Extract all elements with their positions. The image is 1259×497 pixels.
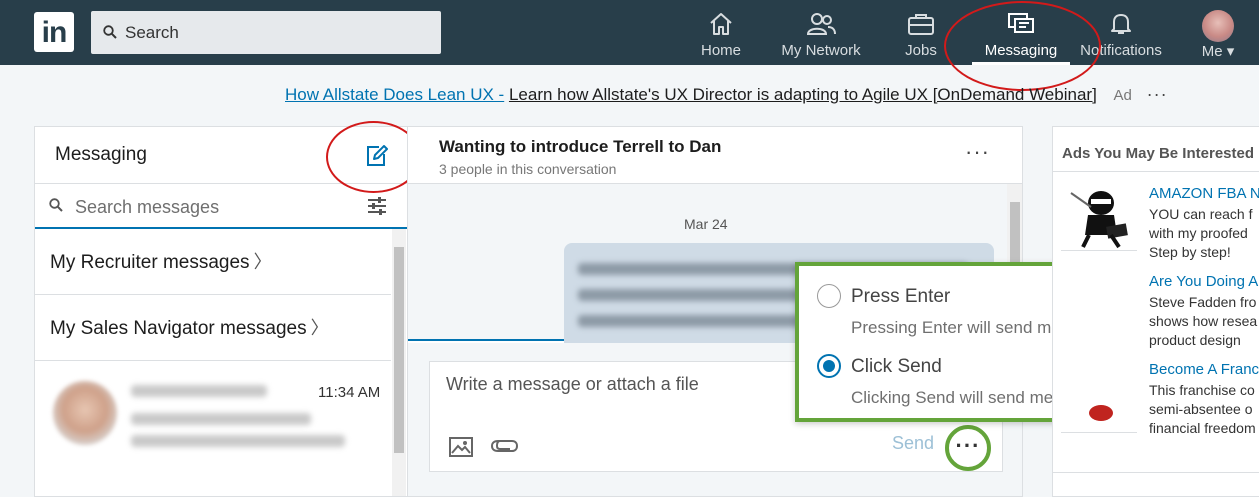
- nav-jobs-label: Jobs: [905, 42, 937, 59]
- sales-navigator-messages-link[interactable]: My Sales Navigator messages 〉: [35, 295, 391, 361]
- compose-icon[interactable]: [365, 144, 389, 168]
- option-title: Press Enter: [851, 286, 951, 307]
- red-shape-icon: [1089, 405, 1113, 421]
- ad-title[interactable]: Become A Franc: [1149, 361, 1259, 378]
- conversation-title: Wanting to introduce Terrell to Dan: [439, 137, 722, 156]
- conversation-time: 11:34 AM: [318, 384, 381, 401]
- message-input[interactable]: [446, 374, 846, 414]
- nav-me-label: Me ▾: [1201, 43, 1235, 60]
- search-icon: [103, 25, 117, 39]
- radio-click-send[interactable]: [817, 354, 841, 378]
- messaging-icon: [1008, 13, 1034, 33]
- global-search-input[interactable]: [125, 11, 425, 54]
- ad-more-button[interactable]: ···: [1147, 84, 1168, 104]
- nav-home-label: Home: [700, 42, 741, 59]
- logo-text: in: [41, 16, 68, 49]
- bell-icon: [1111, 14, 1131, 34]
- ad-item[interactable]: Become A Franc This franchise co semi-ab…: [1061, 361, 1259, 441]
- nav-home[interactable]: Home: [690, 0, 752, 65]
- nav-messaging-label: Messaging: [984, 42, 1058, 59]
- nav-my-network-label: My Network: [781, 42, 861, 59]
- conversation-list: My Recruiter messages 〉 My Sales Navigato…: [35, 229, 407, 496]
- ad-description: This franchise co semi-absentee o financ…: [1149, 381, 1256, 438]
- avatar: [53, 381, 117, 445]
- ad-banner-text[interactable]: Learn how Allstate's UX Director is adap…: [509, 85, 1097, 104]
- image-icon[interactable]: [448, 436, 474, 458]
- recruiter-messages-link[interactable]: My Recruiter messages 〉: [35, 229, 391, 295]
- nav-me[interactable]: Me ▾: [1198, 0, 1238, 65]
- search-icon: [49, 198, 63, 212]
- search-messages-input[interactable]: [75, 192, 355, 222]
- ad-tag: Ad: [1113, 87, 1132, 104]
- ad-line: with my proofed: [1149, 225, 1248, 241]
- ad-item[interactable]: Are You Doing A Steve Fadden fro shows h…: [1061, 273, 1259, 348]
- conversation-item[interactable]: 11:34 AM: [35, 361, 391, 481]
- ads-heading: Ads You May Be Interested In: [1062, 145, 1259, 162]
- ad-line: shows how resea: [1149, 313, 1258, 329]
- blurred-sender-name: [131, 385, 267, 397]
- ad-line: semi-absentee o: [1149, 401, 1253, 417]
- ad-title[interactable]: Are You Doing A: [1149, 273, 1258, 290]
- ad-line: This franchise co: [1149, 382, 1255, 398]
- ninja-icon: [1070, 191, 1128, 249]
- ad-title[interactable]: AMAZON FBA N: [1149, 185, 1259, 202]
- recruiter-messages-label: My Recruiter messages: [50, 252, 250, 273]
- divider: [1053, 171, 1259, 172]
- ad-banner: How Allstate Does Lean UX - Learn how Al…: [285, 84, 1168, 105]
- messaging-list-panel: Messaging My Recruiter messages〉 My Sale…: [34, 126, 408, 497]
- filter-icon[interactable]: [367, 197, 387, 215]
- send-button[interactable]: Send: [892, 433, 934, 454]
- conversation-header: Wanting to introduce Terrell to Dan 3 pe…: [408, 127, 1022, 184]
- ad-line: Steve Fadden fro: [1149, 294, 1257, 310]
- messaging-title: Messaging: [55, 144, 147, 165]
- radio-press-enter[interactable]: [817, 284, 841, 308]
- ad-image: [1061, 401, 1137, 433]
- send-options-button[interactable]: ···: [945, 425, 991, 471]
- chevron-right-icon: 〉: [253, 252, 272, 272]
- divider: [1053, 472, 1259, 473]
- thread-date: Mar 24: [684, 216, 728, 232]
- ad-description: Steve Fadden fro shows how resea product…: [1149, 293, 1257, 350]
- conversation-more-button[interactable]: ···: [965, 139, 990, 165]
- ad-description: YOU can reach f with my proofed Step by …: [1149, 205, 1253, 262]
- sales-navigator-messages-label: My Sales Navigator messages: [50, 318, 307, 339]
- ad-item[interactable]: AMAZON FBA N YOU can reach f with my pro…: [1061, 185, 1259, 260]
- option-title: Click Send: [851, 356, 942, 377]
- avatar: [1202, 10, 1234, 42]
- messaging-header: Messaging: [35, 127, 407, 184]
- scrollbar-thumb[interactable]: [394, 247, 404, 453]
- ad-line: financial freedom: [1149, 420, 1256, 436]
- message-search[interactable]: [35, 184, 407, 229]
- nav-notifications-label: Notifications: [1080, 42, 1162, 59]
- ad-line: YOU can reach f: [1149, 206, 1253, 222]
- nav-my-network[interactable]: My Network: [776, 0, 866, 65]
- ad-line: Step by step!: [1149, 244, 1231, 260]
- ad-banner-link[interactable]: How Allstate Does Lean UX -: [285, 85, 504, 104]
- list-scrollbar[interactable]: [392, 229, 406, 496]
- linkedin-logo[interactable]: in: [34, 12, 74, 52]
- global-search[interactable]: [91, 11, 441, 54]
- nav-messaging[interactable]: Messaging: [972, 0, 1070, 65]
- chevron-right-icon: 〉: [310, 318, 329, 338]
- conversation-participants[interactable]: 3 people in this conversation: [439, 161, 616, 177]
- paperclip-icon[interactable]: [490, 436, 520, 456]
- briefcase-icon: [908, 14, 934, 35]
- home-icon: [710, 13, 732, 35]
- top-navbar: in Home My Network Jobs: [0, 0, 1259, 65]
- ad-line: product design: [1149, 332, 1241, 348]
- network-icon: [806, 13, 836, 35]
- nav-jobs[interactable]: Jobs: [893, 0, 949, 65]
- blurred-preview-line: [131, 435, 345, 447]
- ads-panel: Ads You May Be Interested In AMAZON FBA …: [1052, 126, 1259, 497]
- ad-image: [1061, 185, 1137, 251]
- blurred-preview-line: [131, 413, 311, 425]
- nav-notifications[interactable]: Notifications: [1076, 0, 1166, 65]
